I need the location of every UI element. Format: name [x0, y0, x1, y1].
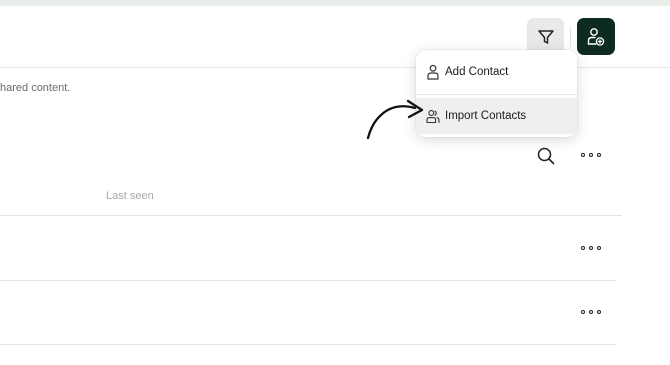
header-divider — [570, 27, 571, 47]
column-header-last-seen: Last seen — [106, 190, 154, 202]
menu-item-add-contact[interactable]: Add Contact — [416, 54, 577, 90]
menu-item-label: Add Contact — [445, 66, 509, 78]
add-person-icon — [587, 27, 605, 46]
dot — [581, 246, 585, 250]
dot — [581, 153, 585, 157]
row-more-button[interactable] — [581, 307, 601, 317]
search-icon[interactable] — [536, 146, 556, 166]
dot — [589, 310, 593, 314]
section-description: hared content. — [0, 82, 71, 94]
menu-item-import-contacts[interactable]: Import Contacts — [416, 98, 577, 134]
filter-icon — [537, 29, 554, 44]
add-contact-menu: Add Contact Import Contacts — [416, 50, 577, 137]
pointer-arrow-icon — [366, 99, 424, 140]
dot — [597, 153, 601, 157]
table-row[interactable] — [0, 281, 616, 344]
dot — [597, 310, 601, 314]
dot — [597, 246, 601, 250]
toolbar-more-button[interactable] — [581, 150, 601, 160]
row-divider — [0, 344, 616, 345]
table-row[interactable] — [0, 216, 622, 280]
dot — [589, 246, 593, 250]
menu-divider — [416, 94, 577, 95]
dot — [589, 153, 593, 157]
menu-item-label: Import Contacts — [445, 110, 527, 122]
add-contact-button[interactable] — [577, 18, 615, 55]
person-icon — [427, 64, 439, 80]
dot — [581, 310, 585, 314]
row-more-button[interactable] — [581, 243, 601, 253]
